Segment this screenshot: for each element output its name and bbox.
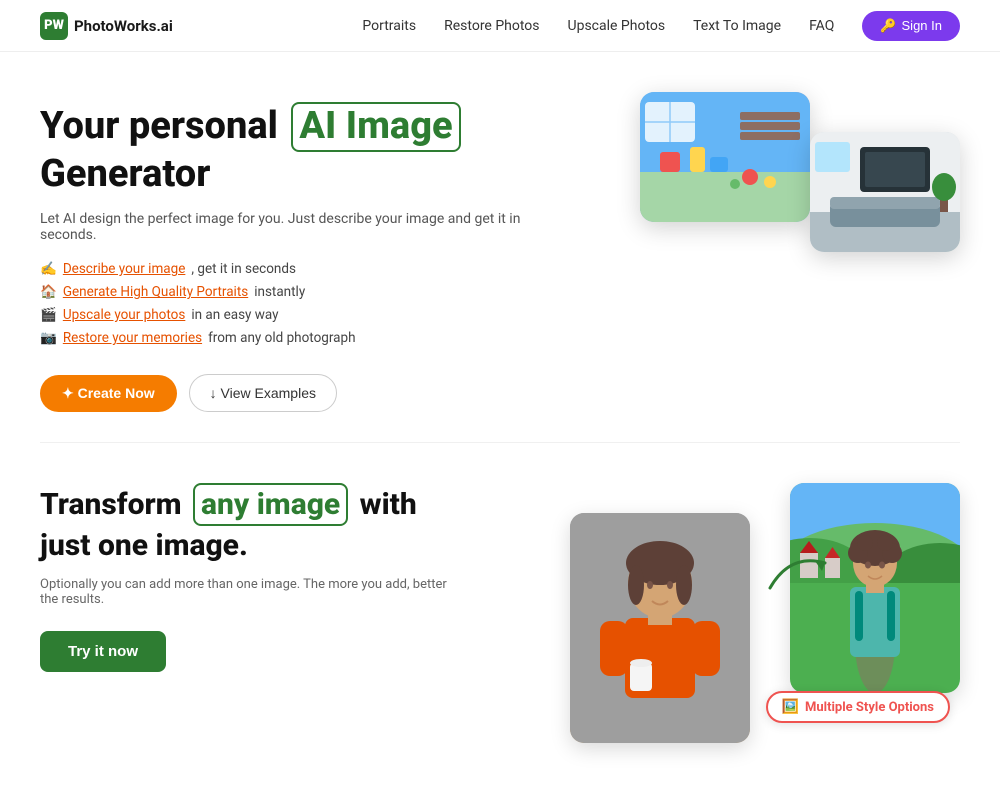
- nav-upscale[interactable]: Upscale Photos: [568, 18, 666, 34]
- feature-describe-link[interactable]: Describe your image: [63, 261, 186, 277]
- nav-faq[interactable]: FAQ: [809, 18, 834, 34]
- transform-title-prefix: Transform: [40, 487, 189, 522]
- hero-image-room2: [810, 132, 960, 252]
- transform-arrow: [760, 543, 840, 603]
- transform-title: Transform any image with just one image.: [40, 483, 460, 565]
- nav-restore[interactable]: Restore Photos: [444, 18, 539, 34]
- create-now-button[interactable]: ✦ Create Now: [40, 375, 177, 412]
- transform-section: Transform any image with just one image.…: [0, 443, 1000, 793]
- nav-links: Portraits Restore Photos Upscale Photos …: [362, 11, 960, 41]
- hero-buttons: ✦ Create Now ↓ View Examples: [40, 374, 540, 412]
- hero-features-list: ✍️ Describe your image , get it in second…: [40, 261, 540, 346]
- feature-describe: ✍️ Describe your image , get it in second…: [40, 261, 540, 277]
- feature-restore-emoji: 📷: [40, 330, 57, 346]
- signin-button[interactable]: 🔑 Sign In: [862, 11, 960, 41]
- hero-image-room1: [640, 92, 810, 222]
- feature-upscale-link[interactable]: Upscale your photos: [63, 307, 186, 323]
- logo-icon: PW: [40, 12, 68, 40]
- feature-upscale-rest: in an easy way: [191, 307, 278, 323]
- room2-svg: [810, 132, 960, 252]
- feature-restore: 📷 Restore your memories from any old pho…: [40, 330, 540, 346]
- hero-title-suffix: Generator: [40, 152, 210, 196]
- feature-upscale-emoji: 🎬: [40, 307, 57, 323]
- room1-svg: [640, 92, 810, 222]
- room2-placeholder: [810, 132, 960, 252]
- hero-section: Your personal AI Image Generator Let AI …: [0, 52, 1000, 442]
- navbar: PW PhotoWorks.ai Portraits Restore Photo…: [0, 0, 1000, 52]
- feature-portraits-emoji: 🏠: [40, 284, 57, 300]
- person-before-image: [570, 513, 750, 743]
- key-icon: 🔑: [880, 18, 896, 34]
- try-it-now-button[interactable]: Try it now: [40, 631, 166, 672]
- transform-subtitle: Optionally you can add more than one ima…: [40, 577, 460, 607]
- feature-portraits-link[interactable]: Generate High Quality Portraits: [63, 284, 248, 300]
- hero-title: Your personal AI Image Generator: [40, 102, 540, 197]
- hero-content: Your personal AI Image Generator Let AI …: [40, 102, 540, 412]
- person-before-bg: [570, 513, 750, 743]
- person-before-svg: [570, 513, 750, 743]
- signin-label: Sign In: [902, 18, 942, 33]
- feature-portraits-rest: instantly: [254, 284, 305, 300]
- view-examples-button[interactable]: ↓ View Examples: [189, 374, 337, 412]
- feature-restore-rest: from any old photograph: [208, 330, 355, 346]
- room1-placeholder: [640, 92, 810, 222]
- logo-icon-text: PW: [44, 18, 64, 33]
- transform-images: 🖼️ Multiple Style Options: [570, 483, 960, 743]
- badge-icon: 🖼️: [782, 699, 799, 715]
- transform-content: Transform any image with just one image.…: [40, 483, 460, 672]
- logo-text: PhotoWorks.ai: [74, 17, 173, 35]
- transform-title-highlight: any image: [193, 483, 348, 526]
- hero-subtitle: Let AI design the perfect image for you.…: [40, 211, 540, 243]
- feature-upscale: 🎬 Upscale your photos in an easy way: [40, 307, 540, 323]
- feature-describe-emoji: ✍️: [40, 261, 57, 277]
- hero-title-prefix: Your personal: [40, 104, 287, 148]
- hero-title-highlight: AI Image: [291, 102, 460, 152]
- hero-images: [640, 92, 960, 282]
- feature-describe-rest: , get it in seconds: [191, 261, 296, 277]
- nav-portraits[interactable]: Portraits: [362, 18, 416, 34]
- style-options-badge: 🖼️ Multiple Style Options: [766, 691, 950, 723]
- logo[interactable]: PW PhotoWorks.ai: [40, 12, 173, 40]
- feature-restore-link[interactable]: Restore your memories: [63, 330, 202, 346]
- feature-portraits: 🏠 Generate High Quality Portraits instan…: [40, 284, 540, 300]
- nav-text-to-image[interactable]: Text To Image: [693, 18, 781, 34]
- badge-text: Multiple Style Options: [805, 700, 934, 715]
